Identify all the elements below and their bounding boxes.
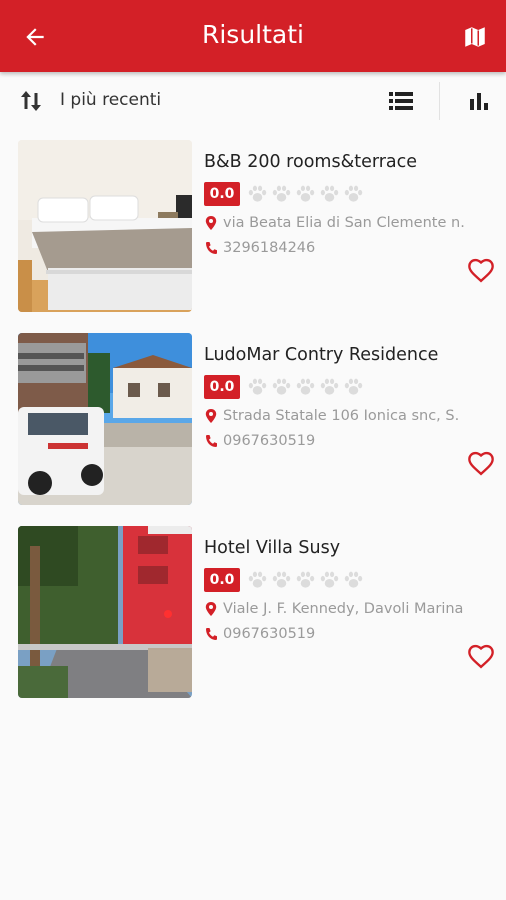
phone-row[interactable]: 0967630519 — [204, 431, 315, 451]
residence-photo — [18, 333, 192, 505]
page-title: Risultati — [201, 20, 304, 49]
paw-icon — [272, 185, 291, 202]
rating-badge: 0.0 — [204, 568, 240, 592]
map-icon — [465, 27, 485, 47]
paw-icon — [320, 378, 339, 395]
sort-arrows-icon[interactable] — [18, 87, 44, 115]
paw-icon — [344, 378, 363, 395]
result-name[interactable]: B&B 200 rooms&terrace — [204, 152, 417, 172]
address-row: Viale J. F. Kennedy, Davoli Marina — [204, 599, 494, 619]
sort-label[interactable]: I più recenti — [60, 90, 161, 110]
result-card[interactable]: Hotel Villa Susy 0.0 Viale J. F. Kennedy… — [0, 526, 506, 701]
result-name[interactable]: Hotel Villa Susy — [204, 538, 340, 558]
result-card[interactable]: B&B 200 rooms&terrace 0.0 via Beata Elia… — [0, 140, 506, 315]
room-photo — [18, 140, 192, 312]
phone-icon — [206, 435, 217, 447]
heart-icon[interactable] — [467, 450, 495, 478]
paw-rating — [248, 378, 363, 396]
rating-row: 0.0 — [204, 568, 363, 592]
phone-icon — [206, 628, 217, 640]
paw-icon — [344, 185, 363, 202]
phone-text[interactable]: 0967630519 — [223, 626, 315, 642]
list-view-button[interactable] — [386, 86, 416, 116]
paw-rating — [248, 185, 363, 203]
paw-icon — [248, 378, 267, 395]
location-pin-icon — [205, 602, 217, 616]
rating-badge: 0.0 — [204, 182, 240, 206]
paw-icon — [272, 571, 291, 588]
paw-icon — [320, 571, 339, 588]
map-view-button[interactable] — [458, 20, 492, 54]
address-row: via Beata Elia di San Clemente n. — [204, 213, 494, 233]
hotel-photo — [18, 526, 192, 698]
address-text: Viale J. F. Kennedy, Davoli Marina — [223, 601, 464, 617]
phone-row[interactable]: 3296184246 — [204, 238, 315, 258]
address-row: Strada Statale 106 Ionica snc, S. — [204, 406, 494, 426]
paw-rating — [248, 571, 363, 589]
rating-badge: 0.0 — [204, 375, 240, 399]
stats-view-button[interactable] — [464, 86, 494, 116]
paw-icon — [272, 378, 291, 395]
rating-row: 0.0 — [204, 182, 363, 206]
sort-toolbar: I più recenti — [0, 72, 506, 130]
phone-icon — [206, 242, 217, 254]
paw-icon — [296, 378, 315, 395]
list-view-icon — [389, 92, 413, 110]
result-card[interactable]: LudoMar Contry Residence 0.0 Strada Stat… — [0, 333, 506, 508]
paw-icon — [296, 185, 315, 202]
heart-icon[interactable] — [467, 257, 495, 285]
location-pin-icon — [205, 216, 217, 230]
heart-icon[interactable] — [467, 643, 495, 671]
phone-text[interactable]: 3296184246 — [223, 240, 315, 256]
app-bar: Risultati — [0, 0, 506, 72]
phone-text[interactable]: 0967630519 — [223, 433, 315, 449]
address-text: via Beata Elia di San Clemente n. — [223, 215, 465, 231]
toolbar-divider — [439, 82, 440, 120]
phone-row[interactable]: 0967630519 — [204, 624, 315, 644]
address-text: Strada Statale 106 Ionica snc, S. — [223, 408, 460, 424]
location-pin-icon — [205, 409, 217, 423]
paw-icon — [248, 571, 267, 588]
bar-chart-icon — [470, 93, 488, 110]
result-name[interactable]: LudoMar Contry Residence — [204, 345, 438, 365]
paw-icon — [344, 571, 363, 588]
paw-icon — [320, 185, 339, 202]
paw-icon — [248, 185, 267, 202]
paw-icon — [296, 571, 315, 588]
rating-row: 0.0 — [204, 375, 363, 399]
